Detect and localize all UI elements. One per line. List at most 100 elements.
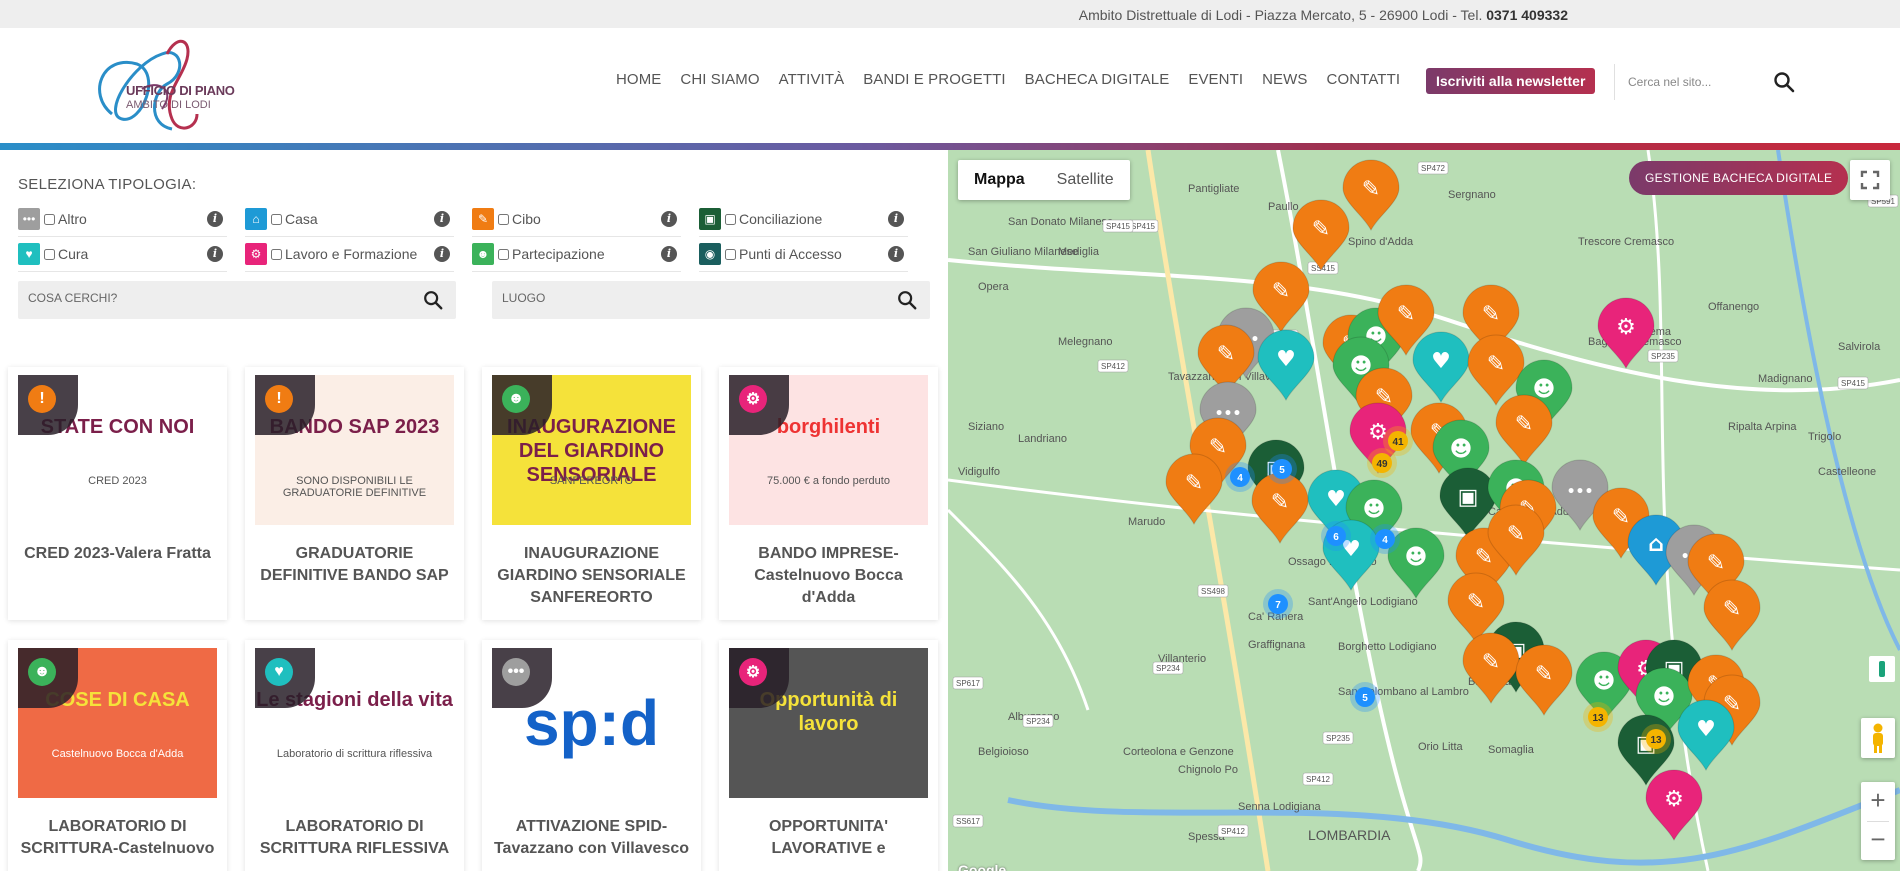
where-search-button[interactable] <box>896 289 918 311</box>
card-image[interactable]: INAUGURAZIONE DEL GIARDINO SENSORIALE SAN… <box>492 375 691 525</box>
nav-bacheca-digitale[interactable]: BACHECA DIGITALE <box>1025 71 1170 88</box>
type-filter-punti-di-accesso[interactable]: ◉ Punti di Accesso i <box>699 237 908 272</box>
news-card[interactable]: sp:d ••• ATTIVAZIONE SPID-Tavazzano con Vi… <box>482 640 701 871</box>
info-icon[interactable]: i <box>434 246 450 262</box>
site-search-button[interactable] <box>1772 70 1796 94</box>
map-marker-wheat-icon[interactable]: ✎ <box>1342 159 1400 232</box>
logo[interactable]: UFFICIO DI PIANO AMBITO DI LODI <box>82 34 262 144</box>
news-card[interactable]: borghilenti 75.000 € a fondo perduto ⚙ BAND… <box>719 367 938 620</box>
street-view-toggle[interactable] <box>1869 656 1895 682</box>
map-cluster[interactable]: 4 <box>1225 462 1255 492</box>
nav-contatti[interactable]: CONTATTI <box>1327 71 1401 88</box>
map-place-label: Orio Litta <box>1418 741 1464 753</box>
map-cluster[interactable]: 6 <box>1321 521 1351 551</box>
news-card[interactable]: INAUGURAZIONE DEL GIARDINO SENSORIALE SAN… <box>482 367 701 620</box>
card-title[interactable]: LABORATORIO DI SCRITTURA-Castelnuovo <box>18 816 217 860</box>
type-filter-conciliazione[interactable]: ▣ Conciliazione i <box>699 202 908 237</box>
type-checkbox[interactable] <box>725 248 736 260</box>
map-cluster[interactable]: 13 <box>1641 724 1671 754</box>
map-marker-briefcase-icon[interactable]: ▣ <box>1439 467 1497 540</box>
type-filter-altro[interactable]: ••• Altro i <box>18 202 227 237</box>
news-card[interactable]: Opportunità di lavoro ⚙ OPPORTUNITA' LAVOR… <box>719 640 938 871</box>
map-marker-gear-icon[interactable]: ⚙ <box>1645 769 1703 842</box>
map-cluster[interactable]: 5 <box>1267 454 1297 484</box>
what-search-button[interactable] <box>422 289 444 311</box>
card-title[interactable]: OPPORTUNITA' LAVORATIVE e <box>729 816 928 860</box>
type-checkbox[interactable] <box>498 213 509 225</box>
map-marker-heart-hand-icon[interactable]: ♥ <box>1412 331 1470 404</box>
map-cluster[interactable]: 49 <box>1367 448 1397 478</box>
map-marker-wheat-icon[interactable]: ✎ <box>1495 394 1553 467</box>
site-search-input[interactable] <box>1628 70 1768 94</box>
nav-home[interactable]: HOME <box>616 71 661 88</box>
map-canvas[interactable]: Pantigliate Paullo Sergnano San Donato Mila… <box>948 150 1900 871</box>
card-title[interactable]: GRADUATORIE DEFINITIVE BANDO SAP <box>255 543 454 587</box>
map-marker-gear-icon[interactable]: ⚙ <box>1597 297 1655 370</box>
card-image[interactable]: STATE CON NOI CRED 2023! <box>18 375 217 525</box>
news-card[interactable]: Le stagioni della vita Laboratorio di scr… <box>245 640 464 871</box>
card-image[interactable]: Le stagioni della vita Laboratorio di scr… <box>255 648 454 798</box>
card-image[interactable]: BANDO SAP 2023 SONO DISPONIBILI LE GRADUA… <box>255 375 454 525</box>
news-card[interactable]: COSE DI CASA Castelnuovo Bocca d'Adda ☻ LAB… <box>8 640 227 871</box>
card-title[interactable]: LABORATORIO DI SCRITTURA RIFLESSIVA <box>255 816 454 860</box>
map-place-label: Pantigliate <box>1188 183 1239 195</box>
type-checkbox[interactable] <box>44 213 55 225</box>
tab-satellite[interactable]: Satellite <box>1041 160 1130 200</box>
gestione-bacheca-button[interactable]: GESTIONE BACHECA DIGITALE <box>1629 161 1849 195</box>
type-checkbox[interactable] <box>271 213 282 225</box>
map-marker-wheat-icon[interactable]: ✎ <box>1515 644 1573 717</box>
map-cluster[interactable]: 4 <box>1370 524 1400 554</box>
fullscreen-button[interactable] <box>1850 160 1890 200</box>
nav-eventi[interactable]: EVENTI <box>1188 71 1243 88</box>
map-cluster[interactable]: 13 <box>1583 702 1613 732</box>
map-marker-wheat-icon[interactable]: ✎ <box>1462 632 1520 705</box>
nav-chi-siamo[interactable]: CHI SIAMO <box>680 71 759 88</box>
type-filter-cura[interactable]: ♥ Cura i <box>18 237 227 272</box>
info-icon[interactable]: i <box>207 246 223 262</box>
card-title[interactable]: ATTIVAZIONE SPID-Tavazzano con Villavesc… <box>492 816 691 860</box>
card-title[interactable]: INAUGURAZIONE GIARDINO SENSORIALE SANFER… <box>492 543 691 609</box>
type-filter-partecipazione[interactable]: ☻ Partecipazione i <box>472 237 681 272</box>
type-checkbox[interactable] <box>725 213 736 225</box>
card-image[interactable]: Opportunità di lavoro ⚙ <box>729 648 928 798</box>
map-cluster[interactable]: 7 <box>1263 589 1293 619</box>
tab-mappa[interactable]: Mappa <box>958 160 1041 200</box>
map-marker-heart-hand-icon[interactable]: ♥ <box>1257 329 1315 402</box>
newsletter-button[interactable]: Iscriviti alla newsletter <box>1426 68 1596 94</box>
type-checkbox[interactable] <box>498 248 509 260</box>
where-search-input[interactable] <box>502 291 862 305</box>
map[interactable]: Pantigliate Paullo Sergnano San Donato Mila… <box>948 150 1900 871</box>
pegman-button[interactable] <box>1861 718 1895 758</box>
what-search-input[interactable] <box>28 291 388 305</box>
card-image[interactable]: COSE DI CASA Castelnuovo Bocca d'Adda ☻ <box>18 648 217 798</box>
zoom-in-button[interactable]: + <box>1861 782 1895 821</box>
zoom-out-button[interactable]: − <box>1861 821 1895 860</box>
road-shield: SP412 <box>1217 824 1249 838</box>
type-filter-lavoro-e-formazione[interactable]: ⚙ Lavoro e Formazione i <box>245 237 454 272</box>
info-icon[interactable]: i <box>888 246 904 262</box>
type-filter-casa[interactable]: ⌂ Casa i <box>245 202 454 237</box>
type-checkbox[interactable] <box>271 248 282 260</box>
card-image[interactable]: sp:d ••• <box>492 648 691 798</box>
type-filter-cibo[interactable]: ✎ Cibo i <box>472 202 681 237</box>
card-image[interactable]: borghilenti 75.000 € a fondo perduto ⚙ <box>729 375 928 525</box>
nav-news[interactable]: NEWS <box>1262 71 1307 88</box>
map-marker-wheat-icon[interactable]: ✎ <box>1165 453 1223 526</box>
info-icon[interactable]: i <box>207 211 223 227</box>
type-checkbox[interactable] <box>44 248 55 260</box>
card-title[interactable]: CRED 2023-Valera Fratta <box>18 543 217 565</box>
nav-bandi-progetti[interactable]: BANDI E PROGETTI <box>863 71 1005 88</box>
news-card[interactable]: BANDO SAP 2023 SONO DISPONIBILI LE GRADUA… <box>245 367 464 620</box>
map-marker-wheat-icon[interactable]: ✎ <box>1467 334 1525 407</box>
info-icon[interactable]: i <box>661 211 677 227</box>
card-title[interactable]: BANDO IMPRESE-Castelnuovo Bocca d'Adda <box>729 543 928 609</box>
phone-number[interactable]: 0371 409332 <box>1486 7 1568 23</box>
news-card[interactable]: STATE CON NOI CRED 2023! CRED 2023-Valera … <box>8 367 227 620</box>
info-icon[interactable]: i <box>434 211 450 227</box>
map-marker-wheat-icon[interactable]: ✎ <box>1292 199 1350 272</box>
map-cluster[interactable]: 5 <box>1350 682 1380 712</box>
info-icon[interactable]: i <box>888 211 904 227</box>
info-icon[interactable]: i <box>661 246 677 262</box>
map-marker-wheat-icon[interactable]: ✎ <box>1703 579 1761 652</box>
nav-attivita[interactable]: ATTIVITÀ <box>779 71 845 88</box>
